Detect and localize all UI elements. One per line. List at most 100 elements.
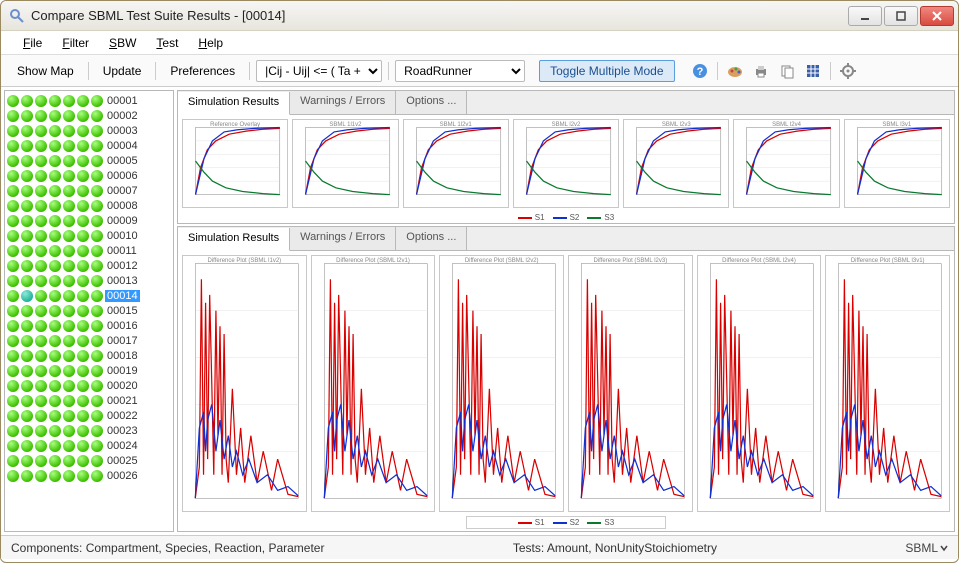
status-dot bbox=[35, 110, 47, 122]
status-dot bbox=[7, 200, 19, 212]
criteria-select[interactable]: |Cij - Uij| <= ( Ta + bbox=[256, 60, 382, 82]
test-id-label: 00003 bbox=[105, 125, 140, 137]
simulation-chart[interactable]: SBML 1l2v1 bbox=[403, 119, 509, 208]
test-row-00018[interactable]: 00018 bbox=[7, 348, 171, 363]
test-id-label: 00020 bbox=[105, 380, 140, 392]
simulation-chart[interactable]: Reference Overlay bbox=[182, 119, 288, 208]
simulation-chart[interactable]: SBML l2v3 bbox=[623, 119, 729, 208]
status-dot bbox=[63, 185, 75, 197]
status-dot bbox=[91, 350, 103, 362]
test-row-00010[interactable]: 00010 bbox=[7, 228, 171, 243]
test-row-00001[interactable]: 00001 bbox=[7, 93, 171, 108]
test-row-00005[interactable]: 00005 bbox=[7, 153, 171, 168]
tab-simulation-results[interactable]: Simulation Results bbox=[178, 92, 290, 115]
test-row-00017[interactable]: 00017 bbox=[7, 333, 171, 348]
difference-chart[interactable]: Difference Plot (SBML l1v2) bbox=[182, 255, 307, 512]
difference-chart[interactable]: Difference Plot (SBML l2v3) bbox=[568, 255, 693, 512]
test-row-00025[interactable]: 00025 bbox=[7, 453, 171, 468]
tab-options[interactable]: Options ... bbox=[396, 227, 467, 250]
test-row-00007[interactable]: 00007 bbox=[7, 183, 171, 198]
difference-chart[interactable]: Difference Plot (SBML l2v1) bbox=[311, 255, 436, 512]
status-dot bbox=[49, 230, 61, 242]
status-dot bbox=[77, 425, 89, 437]
test-id-label: 00014 bbox=[105, 290, 140, 302]
test-row-00004[interactable]: 00004 bbox=[7, 138, 171, 153]
tab-options[interactable]: Options ... bbox=[396, 91, 467, 114]
test-row-00023[interactable]: 00023 bbox=[7, 423, 171, 438]
menu-ilter[interactable]: Filter bbox=[52, 34, 99, 52]
status-dot bbox=[7, 290, 19, 302]
printer-icon[interactable] bbox=[750, 60, 772, 82]
status-dot bbox=[63, 380, 75, 392]
preferences-button[interactable]: Preferences bbox=[162, 61, 243, 81]
test-id-label: 00010 bbox=[105, 230, 140, 242]
results-list[interactable]: 00001 00002 000030000400005000060000700008… bbox=[4, 90, 174, 532]
status-dot bbox=[7, 380, 19, 392]
status-dot bbox=[91, 335, 103, 347]
menu-est[interactable]: Test bbox=[146, 34, 188, 52]
difference-chart[interactable]: Difference Plot (SBML l3v1) bbox=[825, 255, 950, 512]
test-row-00021[interactable]: 00021 bbox=[7, 393, 171, 408]
difference-chart[interactable]: Difference Plot (SBML l2v4) bbox=[697, 255, 822, 512]
status-dot bbox=[49, 395, 61, 407]
test-row-00015[interactable]: 00015 bbox=[7, 303, 171, 318]
status-dot bbox=[7, 230, 19, 242]
difference-chart[interactable]: Difference Plot (SBML l2v2) bbox=[439, 255, 564, 512]
status-dot bbox=[77, 380, 89, 392]
update-button[interactable]: Update bbox=[95, 61, 150, 81]
test-row-00014[interactable]: 00014 bbox=[7, 288, 171, 303]
test-row-00022[interactable]: 00022 bbox=[7, 408, 171, 423]
test-row-00011[interactable]: 00011 bbox=[7, 243, 171, 258]
status-dot bbox=[35, 260, 47, 272]
tab-warnings-errors[interactable]: Warnings / Errors bbox=[290, 91, 396, 114]
menu-ile[interactable]: File bbox=[13, 34, 52, 52]
status-dot bbox=[35, 215, 47, 227]
test-row-00026[interactable]: 00026 bbox=[7, 468, 171, 483]
status-dot bbox=[35, 305, 47, 317]
test-row-00019[interactable]: 00019 bbox=[7, 363, 171, 378]
status-dot bbox=[7, 320, 19, 332]
menu-bw[interactable]: SBW bbox=[99, 34, 146, 52]
simulator-select[interactable]: RoadRunner bbox=[395, 60, 525, 82]
tab-simulation-results[interactable]: Simulation Results bbox=[178, 228, 290, 251]
test-id-label: 00002 bbox=[105, 110, 140, 122]
test-row-00013[interactable]: 00013 bbox=[7, 273, 171, 288]
titlebar: Compare SBML Test Suite Results - [00014… bbox=[1, 1, 958, 31]
test-row-00008[interactable]: 00008 bbox=[7, 198, 171, 213]
toggle-multiple-button[interactable]: Toggle Multiple Mode bbox=[539, 60, 674, 82]
test-row-00020[interactable]: 00020 bbox=[7, 378, 171, 393]
status-dot bbox=[63, 140, 75, 152]
test-row-00006[interactable]: 00006 bbox=[7, 168, 171, 183]
simulation-chart[interactable]: SBML l3v1 bbox=[844, 119, 950, 208]
test-row-00016[interactable]: 00016 bbox=[7, 318, 171, 333]
minimize-button[interactable] bbox=[848, 6, 882, 26]
maximize-button[interactable] bbox=[884, 6, 918, 26]
status-dot bbox=[7, 95, 19, 107]
copy-icon[interactable] bbox=[776, 60, 798, 82]
simulation-chart[interactable]: SBML 1l1v2 bbox=[292, 119, 398, 208]
close-button[interactable] bbox=[920, 6, 954, 26]
bottom-tabs: Simulation Results Warnings / Errors Opt… bbox=[178, 227, 954, 251]
palette-icon[interactable] bbox=[724, 60, 746, 82]
simulation-chart[interactable]: SBML l2v4 bbox=[733, 119, 839, 208]
top-tabs: Simulation Results Warnings / Errors Opt… bbox=[178, 91, 954, 115]
test-row-00003[interactable]: 00003 bbox=[7, 123, 171, 138]
test-row-00009[interactable]: 00009 bbox=[7, 213, 171, 228]
status-dot bbox=[21, 155, 33, 167]
menu-elp[interactable]: Help bbox=[188, 34, 233, 52]
show-map-button[interactable]: Show Map bbox=[9, 61, 82, 81]
grid-icon[interactable] bbox=[802, 60, 824, 82]
status-dot bbox=[7, 245, 19, 257]
test-row-00002[interactable]: 00002 bbox=[7, 108, 171, 123]
status-dot bbox=[91, 245, 103, 257]
test-row-00012[interactable]: 00012 bbox=[7, 258, 171, 273]
status-dot bbox=[7, 425, 19, 437]
simulation-chart[interactable]: SBML l2v2 bbox=[513, 119, 619, 208]
status-dot bbox=[77, 365, 89, 377]
status-format-select[interactable]: SBML bbox=[905, 541, 948, 555]
test-row-00024[interactable]: 00024 bbox=[7, 438, 171, 453]
gear-icon[interactable] bbox=[837, 60, 859, 82]
status-dot bbox=[21, 320, 33, 332]
help-icon[interactable]: ? bbox=[689, 60, 711, 82]
tab-warnings-errors[interactable]: Warnings / Errors bbox=[290, 227, 396, 250]
